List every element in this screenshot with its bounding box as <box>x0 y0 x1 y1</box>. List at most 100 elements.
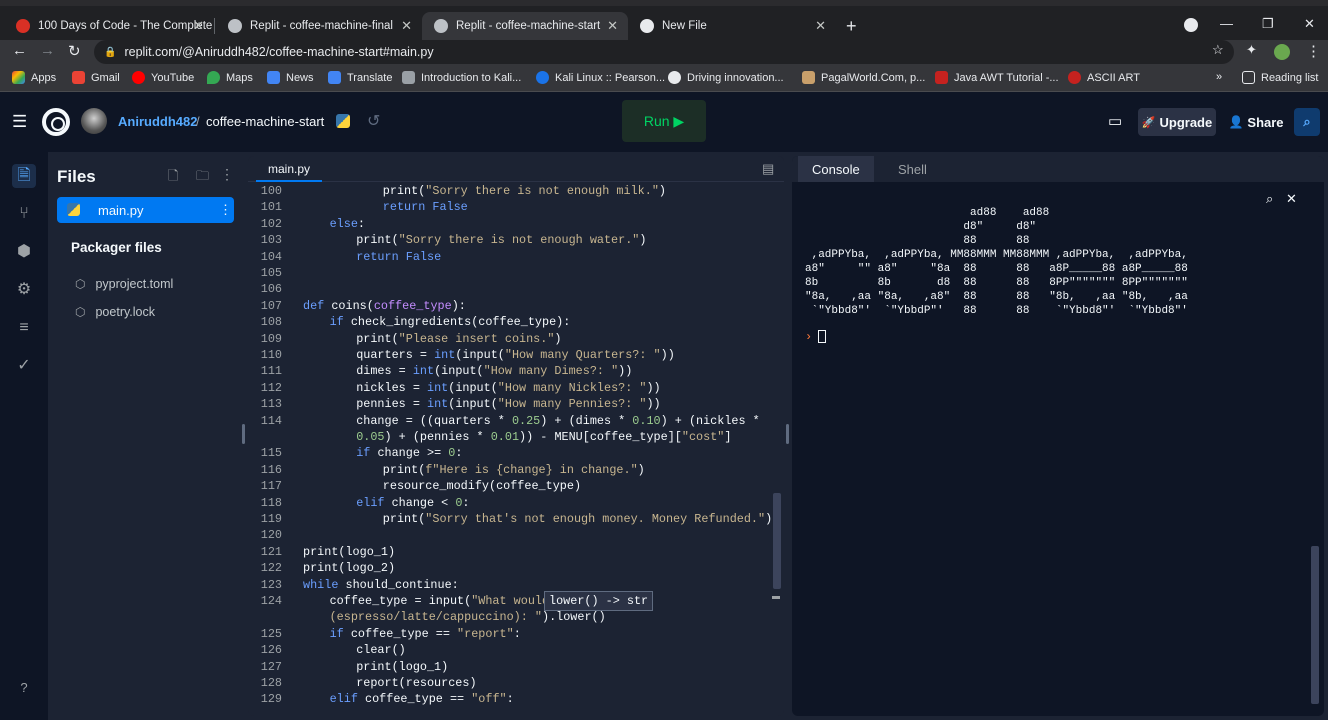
url-field[interactable]: 🔒 replit.com/@Aniruddh482/coffee-machine… <box>94 40 1234 64</box>
code-token: int <box>426 380 449 395</box>
user-avatar[interactable] <box>81 108 107 134</box>
files-panel: Files 🗋 🗀 ⋮ main.py ⋮ Packager files ⬡ p… <box>48 152 242 720</box>
console-scrollbar[interactable] <box>1311 546 1319 704</box>
reading-list-button[interactable]: Reading list <box>1242 71 1318 84</box>
forward-arrow-icon[interactable]: → <box>40 42 55 59</box>
tab-title: New File <box>662 20 707 32</box>
editor-console-resize-handle[interactable] <box>786 424 789 444</box>
code-token: )) <box>646 380 661 395</box>
tab-shell[interactable]: Shell <box>884 156 941 182</box>
reload-icon[interactable]: ↻ <box>68 42 81 60</box>
bookmark-label: Introduction to Kali... <box>421 71 522 84</box>
bookmark-maps[interactable]: Maps <box>207 71 253 84</box>
code-area[interactable]: 100 print("Sorry there is not enough milk… <box>248 183 772 716</box>
close-icon[interactable]: ✕ <box>815 18 826 34</box>
bookmark-star-icon[interactable]: ☆ <box>1212 42 1224 58</box>
menu-dots-icon[interactable]: ⋮ <box>1306 42 1321 60</box>
more-bookmarks-button[interactable]: » <box>1216 71 1222 83</box>
share-button[interactable]: 👤 Share <box>1224 108 1288 136</box>
files-menu-dots-icon[interactable]: ⋮ <box>220 166 234 183</box>
bookmark-driving-innovation[interactable]: Driving innovation... <box>668 71 784 84</box>
database-icon[interactable]: ≡ <box>12 316 36 340</box>
close-icon[interactable]: ✕ <box>401 18 412 34</box>
console-clear-icon[interactable]: ✕ <box>1286 191 1297 207</box>
bookmark-youtube[interactable]: YouTube <box>132 71 194 84</box>
console-search-icon[interactable]: ⌕ <box>1266 191 1273 207</box>
layout-icon[interactable]: ▤ <box>762 161 774 177</box>
bookmark-apps[interactable]: Apps <box>12 71 56 84</box>
line-number: 107 <box>260 298 282 313</box>
code-token: "off" <box>471 692 507 707</box>
help-label: ? <box>20 680 28 695</box>
news-icon <box>267 71 280 84</box>
code-token: coins( <box>331 298 374 313</box>
python-language-icon <box>336 114 350 128</box>
code-token: ) <box>554 331 562 346</box>
reading-list-icon <box>1242 71 1255 84</box>
browser-tab-coffee-final[interactable]: Replit - coffee-machine-final ✕ <box>216 12 422 40</box>
bookmark-label: YouTube <box>151 71 195 84</box>
close-icon[interactable]: ✕ <box>193 18 204 34</box>
replit-logo-icon[interactable] <box>42 108 70 136</box>
code-token: int <box>412 364 435 379</box>
help-button[interactable]: ? <box>12 676 36 700</box>
file-item-pyproject[interactable]: ⬡ pyproject.toml <box>75 277 173 291</box>
breadcrumb-repl-name[interactable]: coffee-machine-start <box>206 114 324 129</box>
code-token: (espresso/latte/cappuccino): " <box>329 610 542 625</box>
editor-scrollbar[interactable] <box>773 493 781 589</box>
breadcrumb-user[interactable]: Aniruddh482 <box>118 114 197 129</box>
browser-tab-coffee-start[interactable]: Replit - coffee-machine-start ✕ <box>422 12 628 40</box>
bookmark-ascii-art[interactable]: ASCII ART <box>1068 71 1140 84</box>
browser-tab-new-file[interactable]: New File ✕ <box>628 12 836 40</box>
code-editor[interactable]: main.py ▤ 100 print("Sorry there is not e… <box>248 156 784 716</box>
console-prompt[interactable]: › <box>805 330 827 344</box>
browser-tab-course[interactable]: 100 Days of Code - The Complete ✕ <box>4 12 214 40</box>
new-tab-plus-icon[interactable]: + <box>846 16 857 37</box>
packages-icon[interactable]: ⬢ <box>12 240 36 264</box>
restore-icon[interactable]: ❐ <box>1262 16 1274 32</box>
minimize-icon[interactable]: — <box>1220 16 1233 31</box>
window-close-icon[interactable]: ✕ <box>1304 16 1315 32</box>
profile-dropdown-icon[interactable] <box>1184 18 1198 32</box>
line-number: 101 <box>260 200 282 215</box>
panel-resize-handle[interactable] <box>242 424 245 444</box>
line-number: 110 <box>260 348 282 362</box>
checkmark-icon[interactable]: ✓ <box>12 354 36 378</box>
close-icon[interactable]: ✕ <box>607 18 618 34</box>
file-item-main-py[interactable]: main.py ⋮ <box>57 197 234 223</box>
bookmark-gmail[interactable]: Gmail <box>72 71 120 84</box>
bookmark-pagalworld[interactable]: PagalWorld.Com, p... <box>802 71 925 84</box>
settings-gear-icon[interactable]: ⚙ <box>12 278 36 302</box>
file-item-poetry-lock[interactable]: ⬡ poetry.lock <box>75 305 155 319</box>
bookmark-news[interactable]: News <box>267 71 314 84</box>
search-button[interactable]: ⌕ <box>1294 108 1320 136</box>
profile-avatar-icon[interactable] <box>1274 44 1290 60</box>
line-number: 117 <box>260 479 282 494</box>
hamburger-menu-icon[interactable]: ☰ <box>12 112 27 132</box>
code-line: def coins(coffee_type): <box>303 298 466 314</box>
editor-tab-main-py[interactable]: main.py <box>256 156 323 182</box>
file-menu-dots-icon[interactable]: ⋮ <box>219 202 232 218</box>
bookmark-translate[interactable]: Translate <box>328 71 392 84</box>
extensions-icon[interactable]: ✦ <box>1246 42 1257 58</box>
new-folder-icon[interactable]: 🗀 <box>196 167 209 189</box>
version-control-icon[interactable]: ⑂ <box>12 202 36 226</box>
back-arrow-icon[interactable]: ← <box>12 42 27 59</box>
code-line: print("Sorry there is not enough water."… <box>356 232 646 248</box>
upgrade-button[interactable]: 🚀 Upgrade <box>1138 108 1216 136</box>
code-line: if change >= 0: <box>356 445 462 461</box>
new-file-icon[interactable]: 🗋 <box>168 167 178 189</box>
tab-console[interactable]: Console <box>798 156 874 182</box>
bookmark-kali-intro[interactable]: Introduction to Kali... <box>402 71 521 84</box>
run-button[interactable]: Run ▶ <box>622 100 706 142</box>
history-icon[interactable]: ↺ <box>367 111 380 131</box>
files-icon[interactable]: 🗎 <box>12 164 36 188</box>
console-panel: Console Shell ⌕ ✕ ad88 ad88 d8" d8" 88 8… <box>792 156 1324 716</box>
code-token: "Please insert coins." <box>398 331 555 346</box>
code-token: )) <box>660 348 675 362</box>
bookmark-kali-pearson[interactable]: Kali Linux :: Pearson... <box>536 71 665 84</box>
code-line: print("Please insert coins.") <box>356 331 561 347</box>
chat-icon[interactable]: ▭ <box>1108 112 1122 130</box>
code-token: change < <box>391 495 456 510</box>
bookmark-java-awt[interactable]: Java AWT Tutorial -... <box>935 71 1059 84</box>
